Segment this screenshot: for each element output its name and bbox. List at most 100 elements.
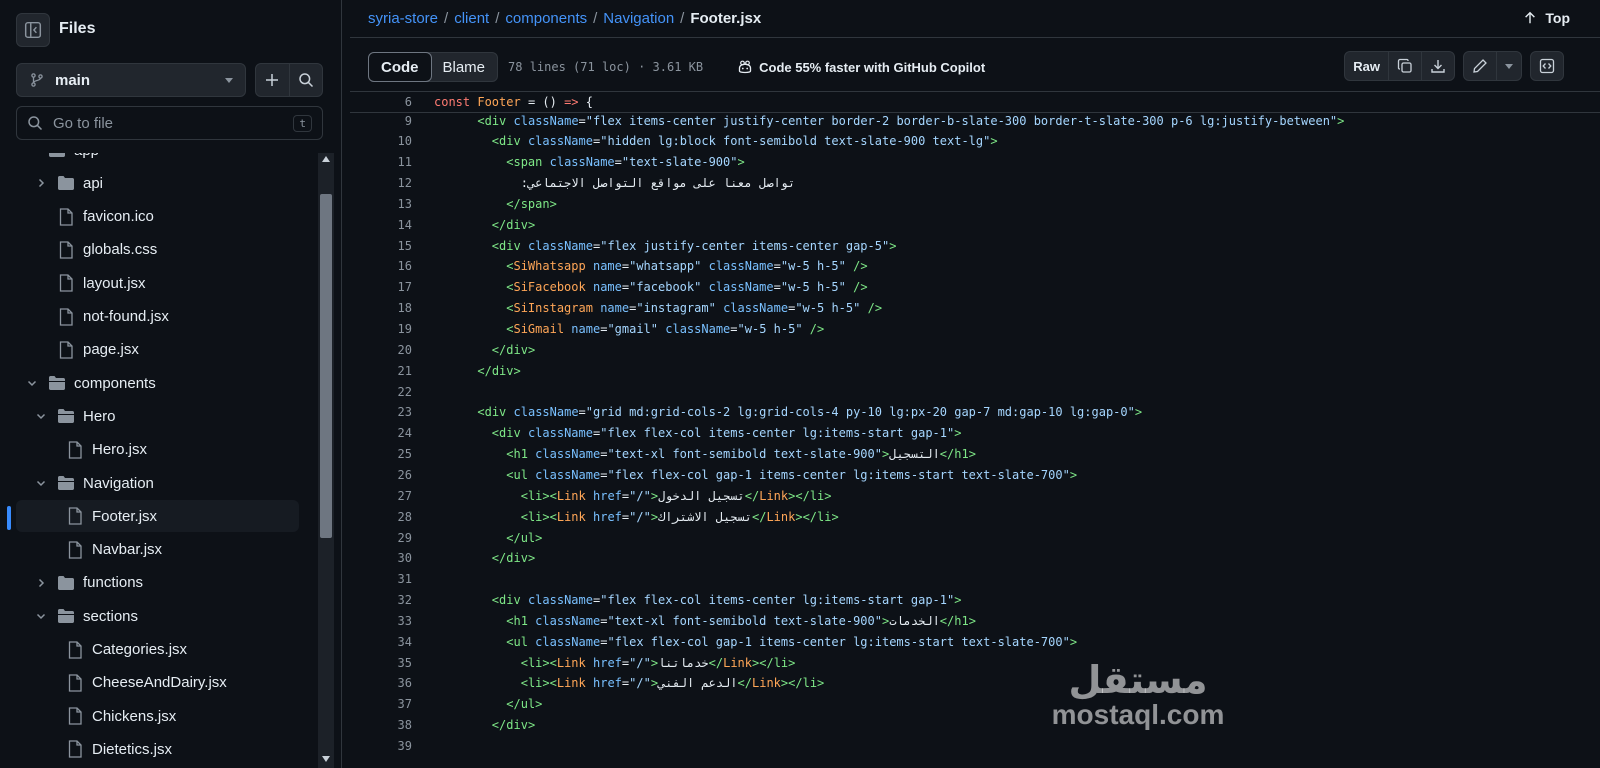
line-number[interactable]: 24 <box>350 426 412 440</box>
line-number[interactable]: 12 <box>350 176 412 190</box>
line-number[interactable]: 22 <box>350 385 412 399</box>
chevron-down-icon[interactable] <box>33 475 49 491</box>
line-number[interactable]: 15 <box>350 239 412 253</box>
line-content: </div> <box>477 363 521 378</box>
tree-item-label: page.jsx <box>83 341 139 359</box>
code-line: 27 <li><Link href="/">تسجيل الدخول</Link… <box>350 485 1600 506</box>
line-content: <li><Link href="/">تسجيل الدخول</Link></… <box>520 488 832 503</box>
tree-item-label: favicon.ico <box>83 208 154 226</box>
line-number[interactable]: 11 <box>350 155 412 169</box>
line-number[interactable]: 25 <box>350 447 412 461</box>
file-icon <box>66 674 84 692</box>
copy-raw-button[interactable] <box>1389 52 1422 80</box>
line-number[interactable]: 23 <box>350 405 412 419</box>
file-viewer: syria-store / client / components / Navigation… <box>350 0 1600 768</box>
go-to-file-input[interactable] <box>53 114 294 132</box>
file-icon <box>57 341 75 359</box>
tree-actions <box>255 63 323 97</box>
tree-item-label: Navbar.jsx <box>92 541 163 559</box>
tree-folder-item[interactable]: components <box>24 367 290 399</box>
line-number[interactable]: 10 <box>350 134 412 148</box>
line-number[interactable]: 33 <box>350 614 412 628</box>
tree-item-label: Footer.jsx <box>92 507 158 525</box>
add-file-button[interactable] <box>256 64 290 96</box>
file-toolbar: Code Blame 78 lines (71 loc) · 3.61 KB C… <box>350 43 1600 91</box>
line-number[interactable]: 17 <box>350 280 412 294</box>
line-number[interactable]: 13 <box>350 197 412 211</box>
line-number[interactable]: 16 <box>350 259 412 273</box>
line-number[interactable]: 30 <box>350 551 412 565</box>
line-number[interactable]: 29 <box>350 531 412 545</box>
edit-options-button[interactable] <box>1497 52 1521 80</box>
tab-blame[interactable]: Blame <box>431 53 498 81</box>
copilot-icon <box>737 59 753 75</box>
line-number[interactable]: 18 <box>350 301 412 315</box>
line-number[interactable]: 37 <box>350 697 412 711</box>
line-number[interactable]: 19 <box>350 322 412 336</box>
chevron-down-icon[interactable] <box>33 608 49 624</box>
go-to-file-search[interactable]: t <box>16 106 323 140</box>
search-files-button[interactable] <box>290 64 323 96</box>
code-line: 24 <div className="flex flex-col items-c… <box>350 423 1600 444</box>
breadcrumb-link[interactable]: client <box>454 10 489 27</box>
line-number[interactable]: 39 <box>350 739 412 753</box>
tree-file-item[interactable]: not-found.jsx <box>33 301 290 333</box>
scroll-down-arrow-icon[interactable] <box>322 756 330 762</box>
chevron-right-icon[interactable] <box>33 175 49 191</box>
line-number[interactable]: 28 <box>350 510 412 524</box>
collapse-sidebar-button[interactable] <box>16 13 50 47</box>
tree-file-item[interactable]: Footer.jsx <box>16 500 299 533</box>
line-number[interactable]: 31 <box>350 572 412 586</box>
tree-folder-item[interactable]: Navigation <box>33 467 290 499</box>
line-number[interactable]: 20 <box>350 343 412 357</box>
line-number[interactable]: 14 <box>350 218 412 232</box>
tree-file-item[interactable]: Dietetics.jsx <box>42 733 290 765</box>
tree-file-item[interactable]: favicon.ico <box>33 201 290 233</box>
breadcrumb-link[interactable]: Navigation <box>603 10 674 27</box>
tab-code[interactable]: Code <box>368 52 432 82</box>
tree-file-item[interactable]: Categories.jsx <box>42 634 290 666</box>
tree-folder-item[interactable]: functions <box>33 567 290 599</box>
scroll-up-arrow-icon[interactable] <box>322 156 330 162</box>
copilot-promo-link[interactable]: Code 55% faster with GitHub Copilot <box>737 59 985 75</box>
line-number[interactable]: 26 <box>350 468 412 482</box>
tree-folder-item[interactable]: Hero <box>33 400 290 432</box>
tree-file-item[interactable]: page.jsx <box>33 334 290 366</box>
line-number[interactable]: 36 <box>350 676 412 690</box>
breadcrumb-link[interactable]: components <box>505 10 587 27</box>
tree-file-item[interactable]: Navbar.jsx <box>42 534 290 566</box>
line-content: <div className="grid md:grid-cols-2 lg:g… <box>477 405 1143 420</box>
line-number[interactable]: 27 <box>350 489 412 503</box>
tree-file-item[interactable]: CheeseAndDairy.jsx <box>42 667 290 699</box>
tree-folder-item[interactable]: api <box>33 167 290 199</box>
scroll-to-top-button[interactable]: Top <box>1523 10 1570 26</box>
tree-item-label: not-found.jsx <box>83 308 169 325</box>
tree-folder-item[interactable]: sections <box>33 600 290 632</box>
tree-scrollbar[interactable] <box>318 150 334 768</box>
chevron-right-icon[interactable] <box>33 575 49 591</box>
file-icon <box>66 640 84 659</box>
line-number[interactable]: 35 <box>350 656 412 670</box>
line-content: <ul className="flex flex-col gap-1 items… <box>506 634 1078 649</box>
download-button[interactable] <box>1422 52 1454 80</box>
branch-selector[interactable]: main <box>16 63 246 97</box>
tree-file-item[interactable]: Chickens.jsx <box>42 700 290 732</box>
line-number[interactable]: 21 <box>350 364 412 378</box>
line-number[interactable]: 38 <box>350 718 412 732</box>
chevron-down-icon[interactable] <box>24 375 40 391</box>
code-line: 26 <ul className="flex flex-col gap-1 it… <box>350 464 1600 485</box>
symbols-panel-button[interactable] <box>1531 52 1563 80</box>
line-number[interactable]: 32 <box>350 593 412 607</box>
line-number[interactable]: 9 <box>350 114 412 128</box>
breadcrumb-link[interactable]: syria-store <box>368 10 438 27</box>
edit-button[interactable] <box>1464 52 1497 80</box>
tree-file-item[interactable]: Hero.jsx <box>42 434 290 466</box>
tree-file-item[interactable]: layout.jsx <box>33 267 290 299</box>
scroll-thumb[interactable] <box>320 194 332 538</box>
chevron-down-icon[interactable] <box>33 408 49 424</box>
raw-button[interactable]: Raw <box>1345 52 1389 80</box>
line-number[interactable]: 34 <box>350 635 412 649</box>
tree-file-item[interactable]: globals.css <box>33 234 290 266</box>
